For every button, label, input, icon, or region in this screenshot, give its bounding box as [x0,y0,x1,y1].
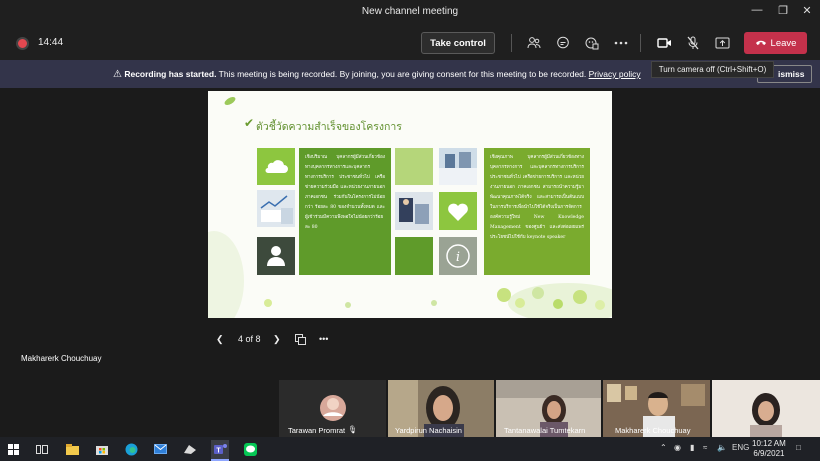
share-icon[interactable] [712,33,732,53]
dark-green-tile [395,237,433,275]
cloud-icon [265,160,288,173]
chat-icon[interactable] [553,33,573,53]
mic-off-icon[interactable] [683,33,703,53]
meeting-timer: 14:44 [38,37,64,48]
more-options-icon[interactable] [611,33,631,53]
participant-tile[interactable]: Makharerk Chouchuay [603,380,710,437]
cloud-tile [257,148,295,185]
window-title: New channel meeting [361,6,459,17]
taskbar-clock[interactable]: 10:12 AM 6/9/2021 [752,439,786,459]
user-icon [267,246,285,266]
windows-start-icon[interactable] [4,440,22,458]
info-tile: i [439,237,477,275]
participant-name: Makharerk Chouchuay [615,426,691,435]
banner-message: ⚠ Recording has started. This meeting is… [113,69,641,80]
mic-off-icon: 🎙 [348,425,358,434]
leave-label: Leave [770,37,797,49]
close-icon[interactable]: ✕ [799,4,815,17]
quantity-text-box: เชิงปริมาณ บุคลากรผู้มีส่วนเกี่ยวข้องทาง… [299,148,391,275]
slide-title: ตัวชี้วัดความสำเร็จของโครงการ [256,121,402,133]
phone-hangup-icon [755,38,767,49]
participant-tile[interactable]: Tantanawalai Tumtekarn [496,380,601,437]
heart-icon [448,203,468,221]
mail-icon[interactable] [151,440,169,458]
notifications-icon[interactable]: □ [796,443,801,452]
warning-icon: ⚠ [113,69,122,80]
recording-icon [16,37,29,50]
quality-text-box: เชิงคุณภาพ บุคลากรผู้มีส่วนเกี่ยวข้องทาง… [484,148,590,275]
svg-text:i: i [456,250,460,265]
check-icon: ✔ [244,116,255,130]
presenter-name: Makharerk Chouchuay [21,354,102,363]
take-control-button[interactable]: Take control [421,32,495,54]
heart-tile [439,192,477,230]
teams-icon[interactable]: T [211,440,229,461]
banner-title: Recording has started. [124,69,217,79]
edge-icon[interactable] [122,440,140,458]
participants-icon[interactable] [524,33,544,53]
chart-photo-tile [257,190,295,227]
reactions-icon[interactable] [582,33,602,53]
clock-time: 10:12 AM [752,439,786,448]
leave-button[interactable]: Leave [744,32,807,54]
toolbar-divider [511,34,512,52]
business-photo-tile [395,192,433,230]
participant-name: Tarawan Promrat [288,426,346,435]
tray-volume-icon[interactable]: 🔈 [717,443,727,452]
camera-icon[interactable] [654,33,674,53]
line-icon[interactable] [241,440,259,458]
shared-slide: ✔ ตัวชี้วัดความสำเร็จของโครงการ เชิงปริม… [208,91,612,318]
clock-date: 6/9/2021 [753,449,785,458]
meeting-toolbar: 14:44 Take control Leave [0,24,820,60]
participant-tile[interactable] [712,380,820,437]
participant-name: Yardpirun Nachaisin [395,426,462,435]
info-icon: i [446,244,470,268]
next-slide-icon[interactable]: ❯ [273,334,281,346]
tray-battery-icon[interactable]: ▮ [690,443,694,452]
toolbar-divider [640,34,641,52]
maximize-icon[interactable]: ❐ [775,4,791,17]
tray-chevron-icon[interactable]: ⌃ [660,443,667,452]
minimize-icon[interactable]: — [749,4,765,16]
user-tile [257,237,295,275]
task-view-icon[interactable] [33,440,51,458]
windows-taskbar: T ⌃ ◉ ▮ ≈ 🔈 ENG 10:12 AM 6/9/2021 □ [0,437,820,461]
slide-more-icon[interactable]: ••• [319,334,328,346]
slide-grid-icon[interactable] [295,334,306,346]
app-icon[interactable] [181,440,199,458]
language-indicator[interactable]: ENG [732,443,749,452]
participant-name: Tantanawalai Tumtekarn [504,426,586,435]
participant-tile[interactable]: Tarawan Promrat 🎙 [279,380,386,437]
participant-tile[interactable]: Yardpirun Nachaisin [388,380,494,437]
tray-network-icon[interactable]: ◉ [674,443,681,452]
svg-text:T: T [216,448,221,455]
meeting-photo-tile [439,148,477,185]
privacy-policy-link[interactable]: Privacy policy [589,69,641,79]
title-bar: New channel meeting — ❐ ✕ [0,0,820,24]
tray-wifi-icon[interactable]: ≈ [703,443,707,452]
file-explorer-icon[interactable] [63,440,81,458]
camera-tooltip: Turn camera off (Ctrl+Shift+O) [651,61,774,78]
previous-slide-icon[interactable]: ❮ [216,334,224,346]
slide-counter: 4 of 8 [238,334,261,344]
banner-text: This meeting is being recorded. By joini… [218,69,587,79]
store-icon[interactable] [93,440,111,458]
light-green-tile [395,148,433,185]
